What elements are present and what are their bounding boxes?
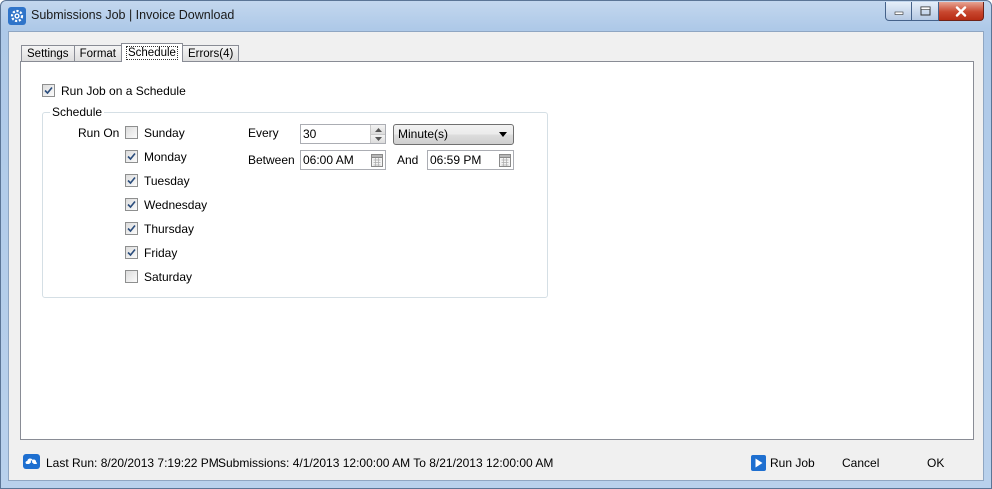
close-button[interactable] (939, 2, 984, 21)
check-icon (127, 176, 136, 185)
spin-up-button[interactable] (370, 125, 385, 134)
schedule-groupbox: Schedule Run On Sunday Monday Tuesday We… (42, 105, 548, 298)
day-checkbox-tuesday[interactable] (125, 174, 138, 187)
window-title: Submissions Job | Invoice Download (31, 8, 235, 22)
run-on-schedule-checkbox[interactable] (42, 84, 55, 97)
day-checkbox-friday[interactable] (125, 246, 138, 259)
end-time-picker[interactable]: 06:59 PM (427, 150, 514, 170)
day-label-sunday: Sunday (144, 126, 185, 140)
chevron-down-icon (499, 132, 507, 137)
cancel-button[interactable]: Cancel (842, 456, 879, 470)
spin-down-icon (374, 137, 382, 141)
title-bar[interactable]: Submissions Job | Invoice Download (1, 1, 991, 31)
tab-errors[interactable]: Errors(4) (181, 45, 240, 62)
tab-strip: Settings Format Schedule Errors(4) (21, 43, 240, 62)
tab-format-label: Format (79, 48, 116, 60)
day-label-tuesday: Tuesday (144, 174, 190, 188)
day-checkbox-thursday[interactable] (125, 222, 138, 235)
day-checkbox-sunday[interactable] (125, 126, 138, 139)
day-label-thursday: Thursday (144, 222, 195, 236)
check-icon (127, 224, 136, 233)
play-icon (751, 455, 766, 471)
tab-errors-label: Errors(4) (187, 48, 234, 60)
maximize-icon (920, 6, 930, 16)
submissions-range-text: Submissions: 4/1/2013 12:00:00 AM To 8/2… (218, 456, 554, 470)
start-time-value: 06:00 AM (303, 153, 354, 167)
between-label: Between (248, 153, 295, 167)
check-icon (44, 86, 53, 95)
ok-button[interactable]: OK (927, 456, 944, 470)
run-on-schedule-label: Run Job on a Schedule (61, 84, 186, 98)
minimize-button[interactable] (885, 2, 912, 21)
interval-unit-dropdown[interactable]: Minute(s) (393, 124, 514, 145)
tab-settings[interactable]: Settings (21, 45, 75, 62)
check-icon (127, 200, 136, 209)
run-job-label: Run Job (770, 456, 815, 470)
close-icon (955, 5, 967, 17)
tab-settings-label: Settings (27, 48, 69, 60)
cloud-download-icon (23, 454, 40, 469)
check-icon (127, 152, 136, 161)
gear-icon (8, 7, 26, 25)
run-job-button[interactable]: Run Job (751, 453, 815, 473)
schedule-group-title: Schedule (50, 105, 105, 119)
spin-up-icon (374, 127, 382, 132)
day-checkbox-wednesday[interactable] (125, 198, 138, 211)
every-label: Every (248, 126, 279, 140)
day-label-friday: Friday (144, 246, 178, 260)
interval-unit-value: Minute(s) (398, 127, 449, 141)
every-spinner[interactable] (370, 125, 385, 143)
minimize-icon (894, 11, 903, 15)
end-time-value: 06:59 PM (430, 153, 482, 167)
run-on-label: Run On (78, 126, 120, 140)
day-label-wednesday: Wednesday (144, 198, 208, 212)
tab-schedule-label: Schedule (125, 46, 178, 60)
tab-schedule[interactable]: Schedule (120, 43, 183, 62)
spin-down-button[interactable] (370, 134, 385, 143)
main-window: Submissions Job | Invoice Download Setti… (0, 0, 992, 489)
start-time-picker[interactable]: 06:00 AM (300, 150, 386, 170)
day-checkbox-saturday[interactable] (125, 270, 138, 283)
every-input[interactable]: 30 (300, 124, 386, 144)
day-label-monday: Monday (144, 150, 187, 164)
last-run-text: Last Run: 8/20/2013 7:19:22 PM (46, 456, 219, 470)
day-checkbox-monday[interactable] (125, 150, 138, 163)
day-label-saturday: Saturday (144, 270, 193, 284)
schedule-panel: Run Job on a Schedule Schedule Run On Su… (20, 61, 974, 440)
calendar-icon[interactable] (499, 153, 511, 167)
client-area: Settings Format Schedule Errors(4) Run J… (8, 31, 984, 481)
and-label: And (397, 153, 419, 167)
window-controls (885, 2, 984, 21)
maximize-button[interactable] (912, 2, 939, 21)
every-value: 30 (303, 127, 317, 141)
status-bar: Last Run: 8/20/2013 7:19:22 PM Submissio… (9, 448, 983, 478)
check-icon (127, 248, 136, 257)
calendar-icon[interactable] (371, 153, 383, 167)
tab-format[interactable]: Format (73, 45, 122, 62)
